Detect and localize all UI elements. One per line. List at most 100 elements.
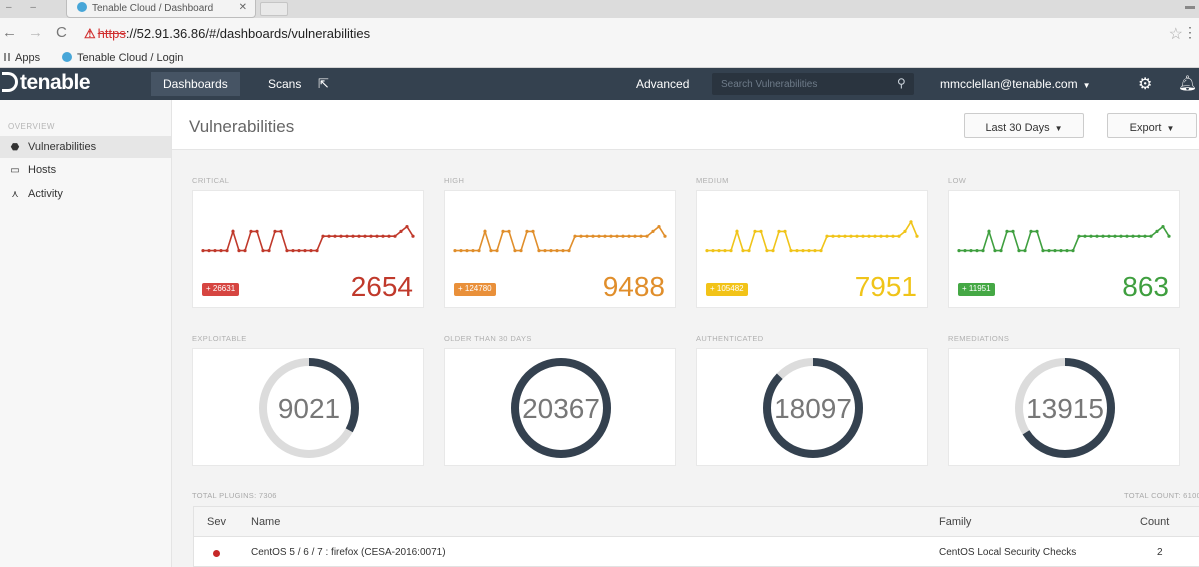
trend-point — [387, 234, 391, 238]
trend-point — [339, 234, 343, 238]
trend-point — [885, 234, 889, 238]
monitor-icon: ▭ — [10, 165, 20, 176]
trend-point — [1077, 234, 1081, 238]
row-count: 2 — [1157, 547, 1163, 558]
trend-point — [285, 249, 289, 253]
app-navbar: tenable Dashboards Scans ⇱ Advanced ⚲ mm… — [0, 68, 1199, 100]
sidebar-item-label: Activity — [28, 188, 63, 200]
column-count[interactable]: Count — [1140, 516, 1169, 528]
trend-point — [453, 249, 457, 253]
export-label: Export — [1129, 122, 1162, 134]
trend-point — [645, 234, 649, 238]
remediations-card[interactable]: 13915 — [948, 348, 1180, 466]
trend-point — [873, 234, 877, 238]
window-resize-icon[interactable]: ▬ — [1185, 1, 1195, 12]
trend-point — [987, 229, 991, 233]
medium-card[interactable]: + 105482 7951 — [696, 190, 928, 308]
trend-point — [405, 225, 409, 229]
bell-icon[interactable]: 🔔︎ — [1178, 74, 1197, 92]
sidebar-item-label: Vulnerabilities — [28, 141, 97, 153]
trend-point — [867, 234, 871, 238]
browser-tab[interactable]: Tenable Cloud / Dashboard ✕ — [66, 0, 256, 18]
older-than-30-days-card[interactable]: 20367 — [444, 348, 676, 466]
sidebar-item-vulnerabilities[interactable]: ⬣ Vulnerabilities — [0, 136, 171, 158]
trend-point — [963, 249, 967, 253]
bookmark-apps[interactable]: Apps — [4, 52, 40, 64]
sidebar-item-hosts[interactable]: ▭ Hosts — [0, 159, 171, 181]
bookmark-tenable-login[interactable]: Tenable Cloud / Login — [62, 52, 183, 64]
column-sev[interactable]: Sev — [207, 516, 226, 528]
trend-point — [255, 229, 259, 233]
trend-point — [1149, 234, 1153, 238]
trend-point — [351, 234, 355, 238]
address-bar: ← → C ⚠ https://52.91.36.86/#/dashboards/… — [0, 18, 1199, 48]
export-dropdown[interactable]: Export ▼ — [1107, 113, 1197, 138]
apps-grid-icon — [4, 53, 12, 61]
sidebar-item-label: Hosts — [28, 164, 57, 176]
trend-point — [1071, 249, 1075, 253]
search-icon[interactable]: ⚲ — [897, 76, 906, 90]
trend-point — [615, 234, 619, 238]
trend-point — [1047, 249, 1051, 253]
nav-dashboards[interactable]: Dashboards — [151, 72, 240, 96]
trend-point — [819, 249, 823, 253]
tenable-logo[interactable]: tenable — [2, 71, 91, 95]
card-label-exploitable: EXPLOITABLE — [192, 334, 247, 343]
row-family: CentOS Local Security Checks — [939, 547, 1077, 558]
bookmark-star-icon[interactable]: ☆ — [1169, 24, 1183, 44]
user-menu[interactable]: mmcclellan@tenable.com ▼ — [940, 77, 1091, 91]
low-card[interactable]: + 11951 863 — [948, 190, 1180, 308]
vulnerability-search: ⚲ — [712, 73, 914, 95]
trend-point — [975, 249, 979, 253]
trend-point — [735, 229, 739, 233]
window-controls[interactable]: – – — [6, 2, 44, 13]
trend-point — [759, 229, 763, 233]
trend-point — [327, 234, 331, 238]
new-tab-button[interactable] — [260, 2, 288, 16]
trend-point — [1083, 234, 1087, 238]
high-delta-badge: + 124780 — [454, 283, 496, 296]
trend-point — [597, 234, 601, 238]
trend-point — [813, 249, 817, 253]
back-arrow-icon[interactable]: ← — [2, 24, 17, 41]
main-content: Vulnerabilities Last 30 Days ▼ Export ▼ — [172, 100, 1199, 567]
column-name[interactable]: Name — [251, 516, 280, 528]
exploitable-card[interactable]: 9021 — [192, 348, 424, 466]
trend-point — [471, 249, 475, 253]
page-header: Vulnerabilities Last 30 Days ▼ Export ▼ — [172, 100, 1199, 150]
reload-icon[interactable]: C — [56, 24, 67, 41]
trend-point — [717, 249, 721, 253]
trend-point — [1119, 234, 1123, 238]
card-label-low: LOW — [948, 176, 967, 185]
trend-point — [561, 249, 565, 253]
trend-point — [231, 229, 235, 233]
trend-point — [915, 234, 919, 238]
nav-scans[interactable]: Scans — [268, 77, 301, 91]
activity-icon: ⋏ — [11, 189, 19, 200]
forward-arrow-icon[interactable]: → — [28, 24, 43, 41]
trend-point — [213, 249, 217, 253]
column-family[interactable]: Family — [939, 516, 971, 528]
gear-icon[interactable]: ⚙ — [1138, 74, 1152, 94]
bookmarks-bar: Apps Tenable Cloud / Login — [0, 48, 1199, 68]
critical-card[interactable]: + 26631 2654 — [192, 190, 424, 308]
tab-title: Tenable Cloud / Dashboard — [92, 3, 214, 14]
high-card[interactable]: + 124780 9488 — [444, 190, 676, 308]
authenticated-value: 18097 — [774, 393, 852, 424]
trend-point — [537, 249, 541, 253]
browser-menu-icon[interactable]: ⋮ — [1183, 24, 1197, 41]
trend-point — [825, 234, 829, 238]
close-tab-icon[interactable]: ✕ — [239, 2, 247, 13]
nav-advanced[interactable]: Advanced — [636, 77, 689, 91]
date-range-dropdown[interactable]: Last 30 Days ▼ — [964, 113, 1084, 138]
authenticated-card[interactable]: 18097 — [696, 348, 928, 466]
card-label-remediations: REMEDIATIONS — [948, 334, 1010, 343]
trend-point — [543, 249, 547, 253]
url-field[interactable]: ⚠ https://52.91.36.86/#/dashboards/vulner… — [84, 26, 370, 42]
sidebar-item-activity[interactable]: ⋏ Activity — [0, 183, 171, 205]
trend-point — [765, 249, 769, 253]
trend-point — [981, 249, 985, 253]
search-input[interactable] — [712, 73, 914, 95]
trend-point — [627, 234, 631, 238]
trend-point — [657, 225, 661, 229]
